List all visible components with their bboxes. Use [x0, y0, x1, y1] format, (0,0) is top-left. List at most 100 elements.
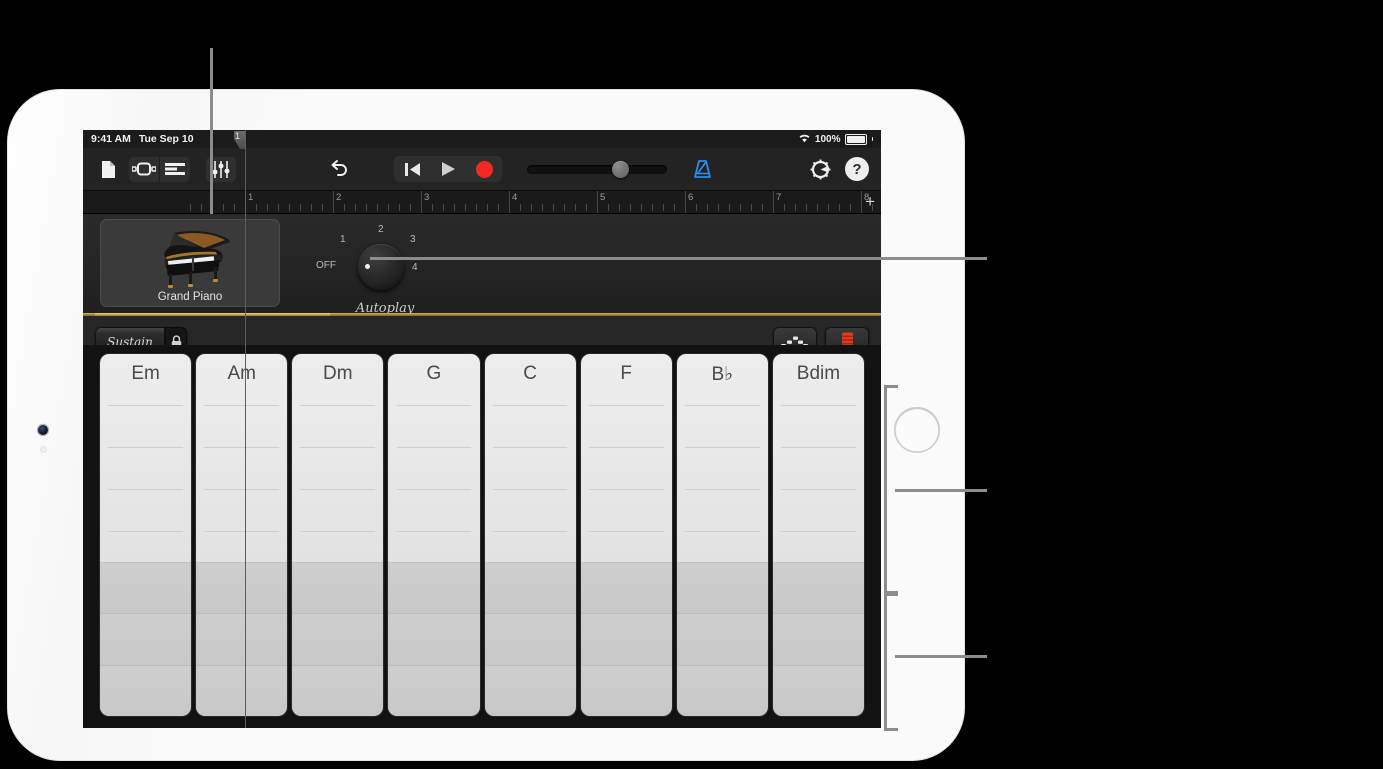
chord-strip-cell[interactable] — [100, 613, 192, 665]
bar-tick — [465, 204, 466, 211]
bar-tick — [707, 204, 708, 211]
chord-strip-cell[interactable] — [388, 664, 480, 716]
bar-tick — [608, 204, 609, 211]
chord-strip-cell[interactable] — [292, 613, 384, 665]
bar-tick — [454, 204, 455, 211]
playhead[interactable]: 1 — [234, 130, 246, 728]
chord-strip-cell[interactable] — [292, 664, 384, 716]
home-button[interactable] — [894, 407, 940, 453]
chord-strip[interactable]: C — [484, 354, 576, 716]
chord-strip-cell[interactable] — [580, 664, 672, 716]
bar-tick — [641, 204, 642, 211]
chord-strip-top[interactable]: B♭ — [676, 354, 768, 562]
chord-strip[interactable]: Em — [100, 354, 192, 716]
chord-strip-cell[interactable] — [388, 562, 480, 614]
chord-strip-cell[interactable] — [196, 613, 288, 665]
bar-tick — [520, 204, 521, 211]
bar-tick — [432, 204, 433, 211]
chord-strip-divider — [204, 489, 280, 490]
chord-strip-divider — [781, 447, 856, 448]
chord-strip-divider — [492, 447, 568, 448]
bar-tick — [377, 204, 378, 211]
chord-strip-cell[interactable] — [484, 613, 576, 665]
chord-strip-cell[interactable] — [196, 664, 288, 716]
bar-tick — [575, 204, 576, 211]
chord-strip-divider — [588, 489, 664, 490]
chord-strip-top[interactable]: C — [484, 354, 576, 562]
autoplay-label-off: OFF — [316, 260, 336, 271]
chord-strip-cell[interactable] — [388, 613, 480, 665]
chord-strip[interactable]: Dm — [292, 354, 384, 716]
chord-strip-cell[interactable] — [676, 562, 768, 614]
chord-strip-cell[interactable] — [484, 562, 576, 614]
settings-gear-button[interactable] — [805, 157, 835, 182]
master-volume-knob[interactable] — [612, 160, 629, 178]
bar-number: 6 — [688, 192, 694, 203]
undo-button[interactable] — [324, 157, 354, 182]
chord-strip-label: F — [620, 363, 632, 384]
chord-strip-divider — [492, 531, 568, 532]
chord-strip-top[interactable]: Dm — [292, 354, 384, 562]
record-button[interactable] — [466, 156, 502, 182]
bar-tick — [399, 204, 400, 211]
battery-cap-icon — [871, 137, 873, 141]
chord-strip-label: B♭ — [711, 364, 734, 385]
bar-tick — [190, 204, 191, 211]
chord-strip-top[interactable]: Am — [196, 354, 288, 562]
autoplay-label-4: 4 — [412, 262, 418, 273]
bar-tick — [839, 204, 840, 211]
chord-strip-bottom — [292, 562, 384, 716]
chord-strip-top[interactable]: G — [388, 354, 480, 562]
chord-strip-divider — [300, 489, 376, 490]
bar-line — [773, 191, 774, 213]
bar-tick — [828, 204, 829, 211]
chord-strip-top[interactable]: Bdim — [772, 354, 864, 562]
chord-strip-cell[interactable] — [676, 613, 768, 665]
ipad-screen: 9:41 AM Tue Sep 10 100% ? 1 2 3 4 5 6 7 … — [83, 130, 881, 728]
chord-strip[interactable]: B♭ — [676, 354, 768, 716]
autoplay-knob[interactable] — [358, 244, 404, 290]
chord-strip-cell[interactable] — [100, 664, 192, 716]
bar-tick — [553, 204, 554, 211]
instrument-card[interactable]: Grand Piano — [100, 219, 280, 307]
chord-strip-divider — [492, 489, 568, 490]
chord-strip-cell[interactable] — [772, 562, 864, 614]
chord-strip-cell[interactable] — [580, 562, 672, 614]
bar-tick — [619, 204, 620, 211]
chord-strip-top[interactable]: Em — [100, 354, 192, 562]
instrument-strip: Grand Piano OFF 1 2 3 4 Autoplay — [83, 214, 881, 318]
rewind-button[interactable] — [394, 156, 430, 182]
chord-strip-label: Am — [227, 363, 256, 384]
status-time: 9:41 AM — [91, 133, 131, 145]
chord-strip-cell[interactable] — [100, 562, 192, 614]
bar-number: 7 — [776, 192, 782, 203]
bar-ruler[interactable]: 12345678 + — [83, 191, 881, 214]
chord-strip-cell[interactable] — [580, 613, 672, 665]
bar-tick — [751, 204, 752, 211]
track-view-button[interactable] — [159, 156, 190, 182]
chord-strip-top[interactable]: F — [580, 354, 672, 562]
ambient-light-sensor — [41, 447, 46, 452]
bar-tick — [795, 204, 796, 211]
chord-strip-cell[interactable] — [772, 664, 864, 716]
chord-strip-cell[interactable] — [196, 562, 288, 614]
chord-strip-cell[interactable] — [676, 664, 768, 716]
bar-tick — [201, 204, 202, 211]
chord-strip[interactable]: Bdim — [772, 354, 864, 716]
play-button[interactable] — [430, 156, 466, 182]
chord-strip-cell[interactable] — [292, 562, 384, 614]
metronome-button[interactable] — [687, 157, 717, 182]
chord-strip-cell[interactable] — [772, 613, 864, 665]
instrument-browser-button[interactable] — [129, 157, 159, 182]
chord-strip[interactable]: G — [388, 354, 480, 716]
chord-strip[interactable]: Am — [196, 354, 288, 716]
chord-strip-divider — [684, 531, 760, 532]
chord-strip[interactable]: F — [580, 354, 672, 716]
add-section-button[interactable]: + — [865, 193, 875, 210]
my-songs-button[interactable] — [93, 157, 123, 182]
help-button[interactable]: ? — [845, 157, 869, 181]
chord-strip-label: Dm — [323, 363, 353, 384]
master-volume-slider[interactable] — [527, 160, 667, 178]
chord-strip-cell[interactable] — [484, 664, 576, 716]
chord-strip-divider — [108, 447, 183, 448]
